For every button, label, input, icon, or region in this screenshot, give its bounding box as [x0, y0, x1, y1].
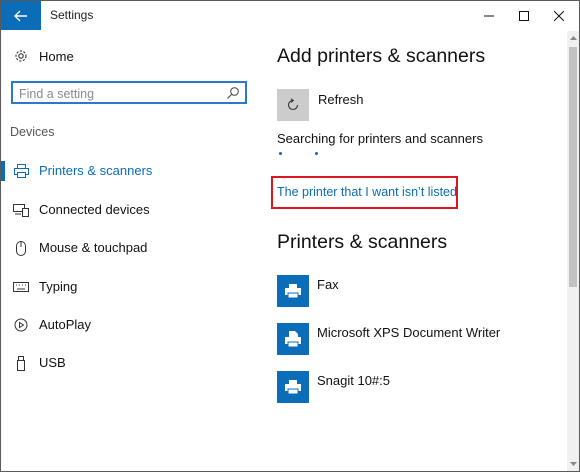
refresh-label[interactable]: Refresh	[318, 92, 364, 107]
active-indicator	[1, 161, 5, 181]
minimize-icon	[484, 15, 494, 16]
printer-label: Fax	[317, 277, 339, 292]
sidebar-item-printers-scanners[interactable]: Printers & scanners	[1, 156, 257, 186]
devices-section-heading: Devices	[10, 125, 55, 139]
sidebar-item-label: AutoPlay	[39, 317, 92, 332]
sidebar-item-home[interactable]: Home	[1, 43, 257, 69]
usb-icon	[13, 355, 29, 371]
sidebar-item-label: Connected devices	[39, 202, 150, 217]
sidebar-item-autoplay[interactable]: AutoPlay	[1, 310, 257, 340]
vertical-scrollbar[interactable]	[567, 31, 579, 471]
chevron-up-icon	[569, 36, 577, 40]
sidebar-item-connected-devices[interactable]: Connected devices	[1, 195, 257, 225]
add-printers-heading: Add printers & scanners	[277, 45, 486, 67]
autoplay-icon	[13, 317, 29, 333]
printer-device-icon	[277, 275, 309, 307]
maximize-icon	[519, 10, 529, 21]
searching-status-text: Searching for printers and scanners	[277, 131, 483, 146]
scroll-thumb[interactable]	[569, 47, 577, 287]
connected-devices-icon	[13, 202, 29, 218]
window-title: Settings	[50, 8, 94, 22]
chevron-down-icon	[569, 462, 577, 466]
scroll-up-button[interactable]	[567, 31, 579, 45]
printers-list-heading: Printers & scanners	[277, 231, 448, 253]
printer-item-snagit[interactable]: Snagit 10#:5	[277, 371, 557, 407]
printer-item-fax[interactable]: Fax	[277, 275, 557, 311]
maximize-button[interactable]	[504, 1, 544, 30]
close-icon	[554, 10, 564, 21]
search-field[interactable]	[11, 81, 247, 104]
printer-not-listed-link[interactable]: The printer that I want isn’t listed	[277, 185, 457, 199]
back-arrow-icon	[14, 10, 27, 21]
printer-icon	[13, 163, 29, 179]
progress-dot	[279, 152, 282, 155]
printer-device-icon	[277, 371, 309, 403]
sidebar: Home Devices Printers & scanners	[1, 31, 257, 471]
sidebar-item-label: Printers & scanners	[39, 163, 153, 178]
search-input[interactable]	[19, 85, 219, 102]
refresh-button[interactable]	[277, 89, 309, 121]
sidebar-item-mouse-touchpad[interactable]: Mouse & touchpad	[1, 233, 257, 263]
mouse-icon	[13, 240, 29, 256]
minimize-button[interactable]	[469, 1, 509, 30]
refresh-icon	[287, 98, 299, 111]
scroll-down-button[interactable]	[567, 457, 579, 471]
printer-label: Microsoft XPS Document Writer	[317, 325, 501, 340]
sidebar-item-usb[interactable]: USB	[1, 348, 257, 378]
sidebar-item-label: USB	[39, 355, 66, 370]
progress-dot	[315, 152, 318, 155]
printer-label: Snagit 10#:5	[317, 373, 391, 388]
keyboard-icon	[13, 279, 29, 295]
main-content: Add printers & scanners Refresh Searchin…	[257, 31, 567, 471]
sidebar-item-typing[interactable]: Typing	[1, 272, 257, 302]
settings-window: Settings Home Find a setting Devices Pri…	[0, 0, 580, 472]
printer-item-xps[interactable]: Microsoft XPS Document Writer	[277, 323, 557, 359]
title-bar: Settings	[1, 1, 579, 31]
sidebar-item-label: Mouse & touchpad	[39, 240, 148, 255]
sidebar-home-label: Home	[39, 48, 74, 64]
close-button[interactable]	[539, 1, 579, 30]
back-button[interactable]	[1, 1, 41, 30]
gear-icon	[13, 48, 29, 64]
sidebar-item-label: Typing	[39, 279, 78, 294]
printer-device-icon	[277, 323, 309, 355]
search-icon	[227, 87, 239, 99]
